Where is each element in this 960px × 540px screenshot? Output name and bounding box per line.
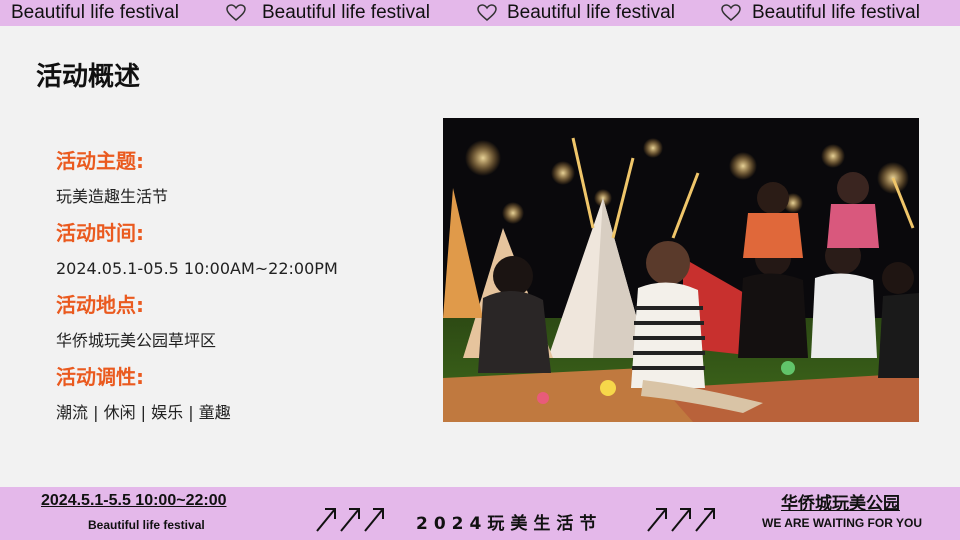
heart-outline-icon [477, 4, 497, 21]
info-value-time: 2024.05.1-05.5 10:00AM~22:00PM [56, 259, 338, 278]
festival-title: 2024玩美生活节 [416, 514, 603, 534]
diagonal-arrows-icon [647, 508, 715, 532]
info-label-location: 活动地点: [56, 293, 144, 317]
info-value-theme: 玩美造趣生活节 [56, 187, 169, 206]
banner-text: Beautiful life festival [752, 2, 920, 23]
heart-outline-icon [721, 4, 741, 21]
info-value-location: 华侨城玩美公园草坪区 [56, 331, 217, 350]
info-value-tone: 潮流 | 休闲 | 娱乐 | 童趣 [56, 403, 231, 422]
event-date: 2024.5.1-5.5 10:00~22:00 [41, 492, 227, 509]
banner-text: Beautiful life festival [262, 2, 430, 23]
top-banner: Beautiful life festival Beautiful life f… [0, 0, 960, 26]
venue-subtitle: WE ARE WAITING FOR YOU [762, 516, 923, 530]
info-label-tone: 活动调性: [56, 365, 144, 389]
activity-info-list: 活动主题: 玩美造趣生活节 活动时间: 2024.05.1-05.5 10:00… [56, 146, 416, 434]
diagonal-arrows-icon [316, 508, 384, 532]
night-festival-photo [443, 118, 919, 422]
event-subtitle: Beautiful life festival [88, 518, 205, 532]
venue-title: 华侨城玩美公园 [781, 494, 900, 514]
heart-outline-icon [226, 4, 246, 21]
bottom-banner: 2024.5.1-5.5 10:00~22:00 Beautiful life … [0, 487, 960, 540]
info-label-time: 活动时间: [56, 221, 144, 245]
festival-photo [443, 118, 919, 422]
banner-text: Beautiful life festival [11, 2, 179, 23]
banner-text: Beautiful life festival [507, 2, 675, 23]
page-title: 活动概述 [36, 62, 141, 92]
info-label-theme: 活动主题: [56, 149, 144, 173]
